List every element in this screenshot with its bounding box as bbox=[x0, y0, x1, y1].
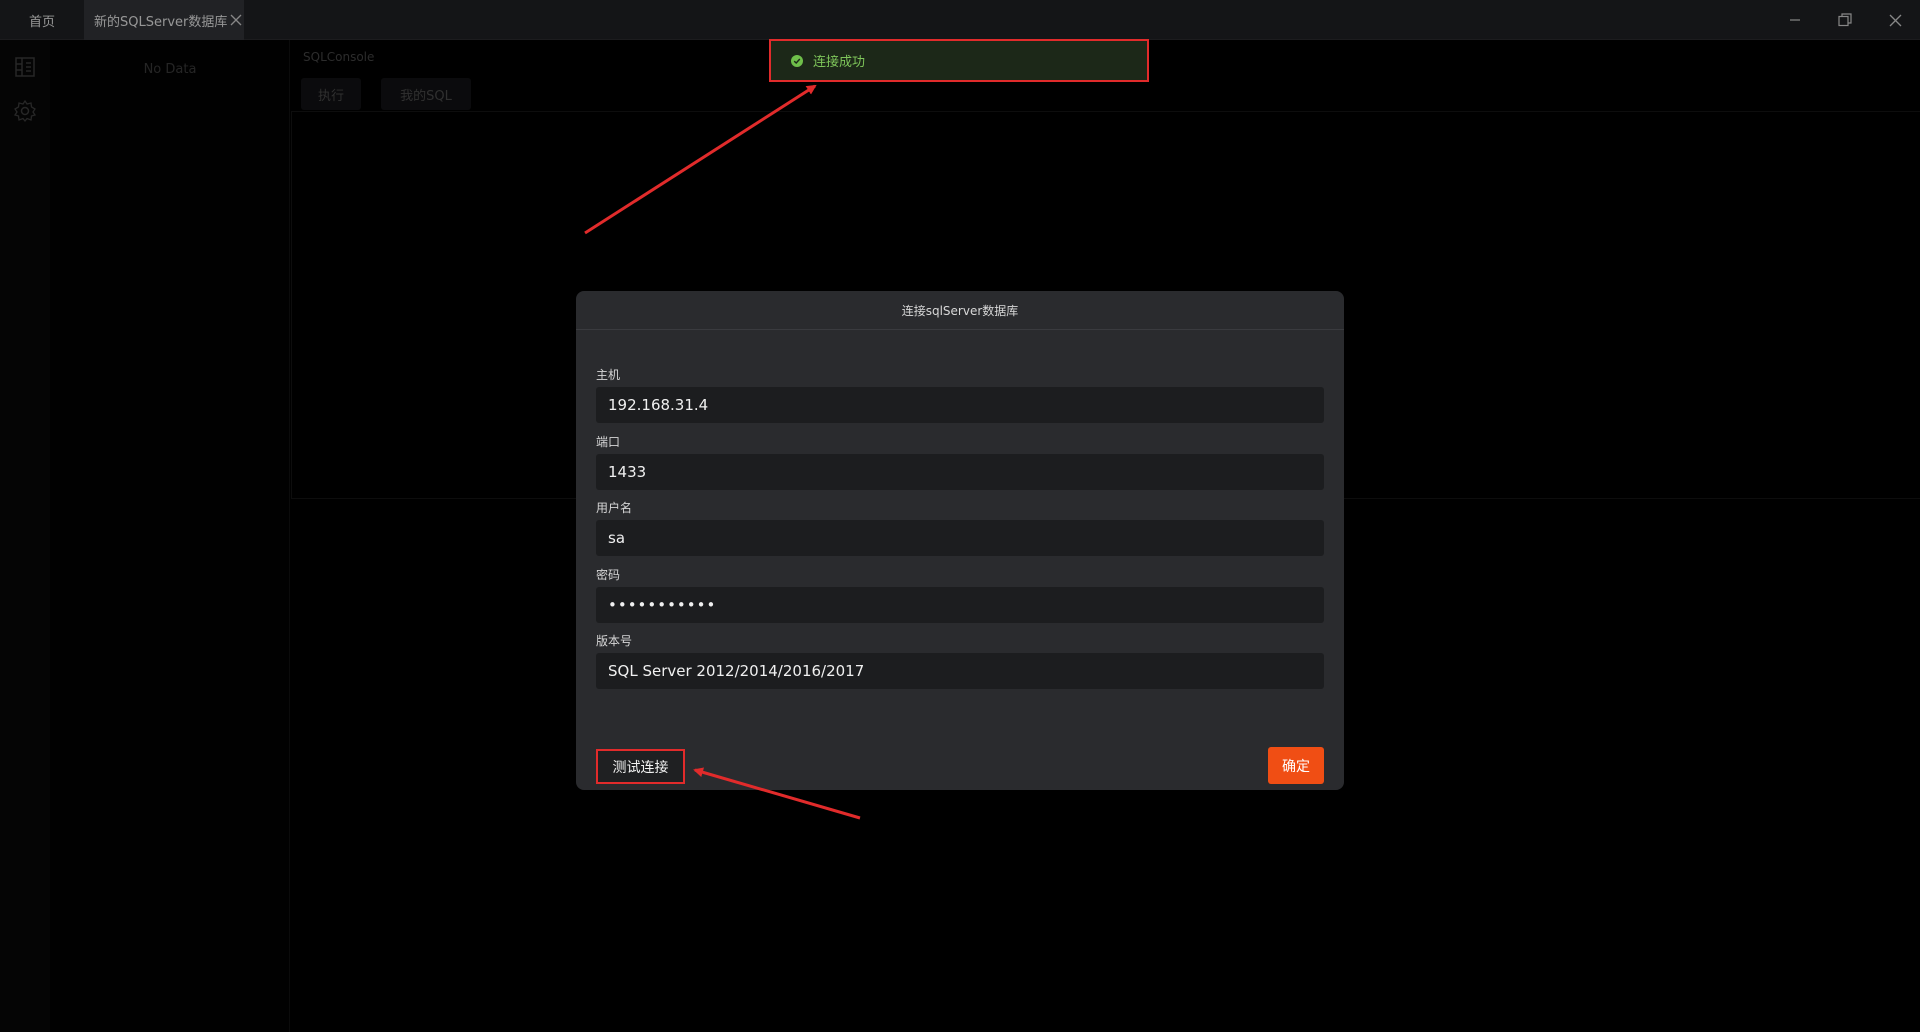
check-circle-icon bbox=[791, 54, 803, 67]
host-label: 主机 bbox=[596, 368, 621, 382]
connection-dialog: 连接sqlServer数据库 主机 端口 用户名 密码 版本号 测试连接 确定 bbox=[576, 291, 1344, 790]
password-label: 密码 bbox=[596, 568, 621, 582]
port-label: 端口 bbox=[596, 435, 621, 449]
username-input[interactable] bbox=[596, 520, 1324, 556]
confirm-button[interactable]: 确定 bbox=[1268, 747, 1324, 784]
dialog-title: 连接sqlServer数据库 bbox=[576, 291, 1344, 330]
password-input[interactable] bbox=[596, 587, 1324, 623]
success-toast: 连接成功 bbox=[769, 39, 1149, 82]
port-input[interactable] bbox=[596, 454, 1324, 490]
username-label: 用户名 bbox=[596, 501, 633, 515]
toast-message: 连接成功 bbox=[813, 55, 866, 70]
version-label: 版本号 bbox=[596, 634, 633, 648]
host-input[interactable] bbox=[596, 387, 1324, 423]
version-select[interactable] bbox=[596, 653, 1324, 689]
test-connection-button[interactable]: 测试连接 bbox=[596, 749, 685, 784]
